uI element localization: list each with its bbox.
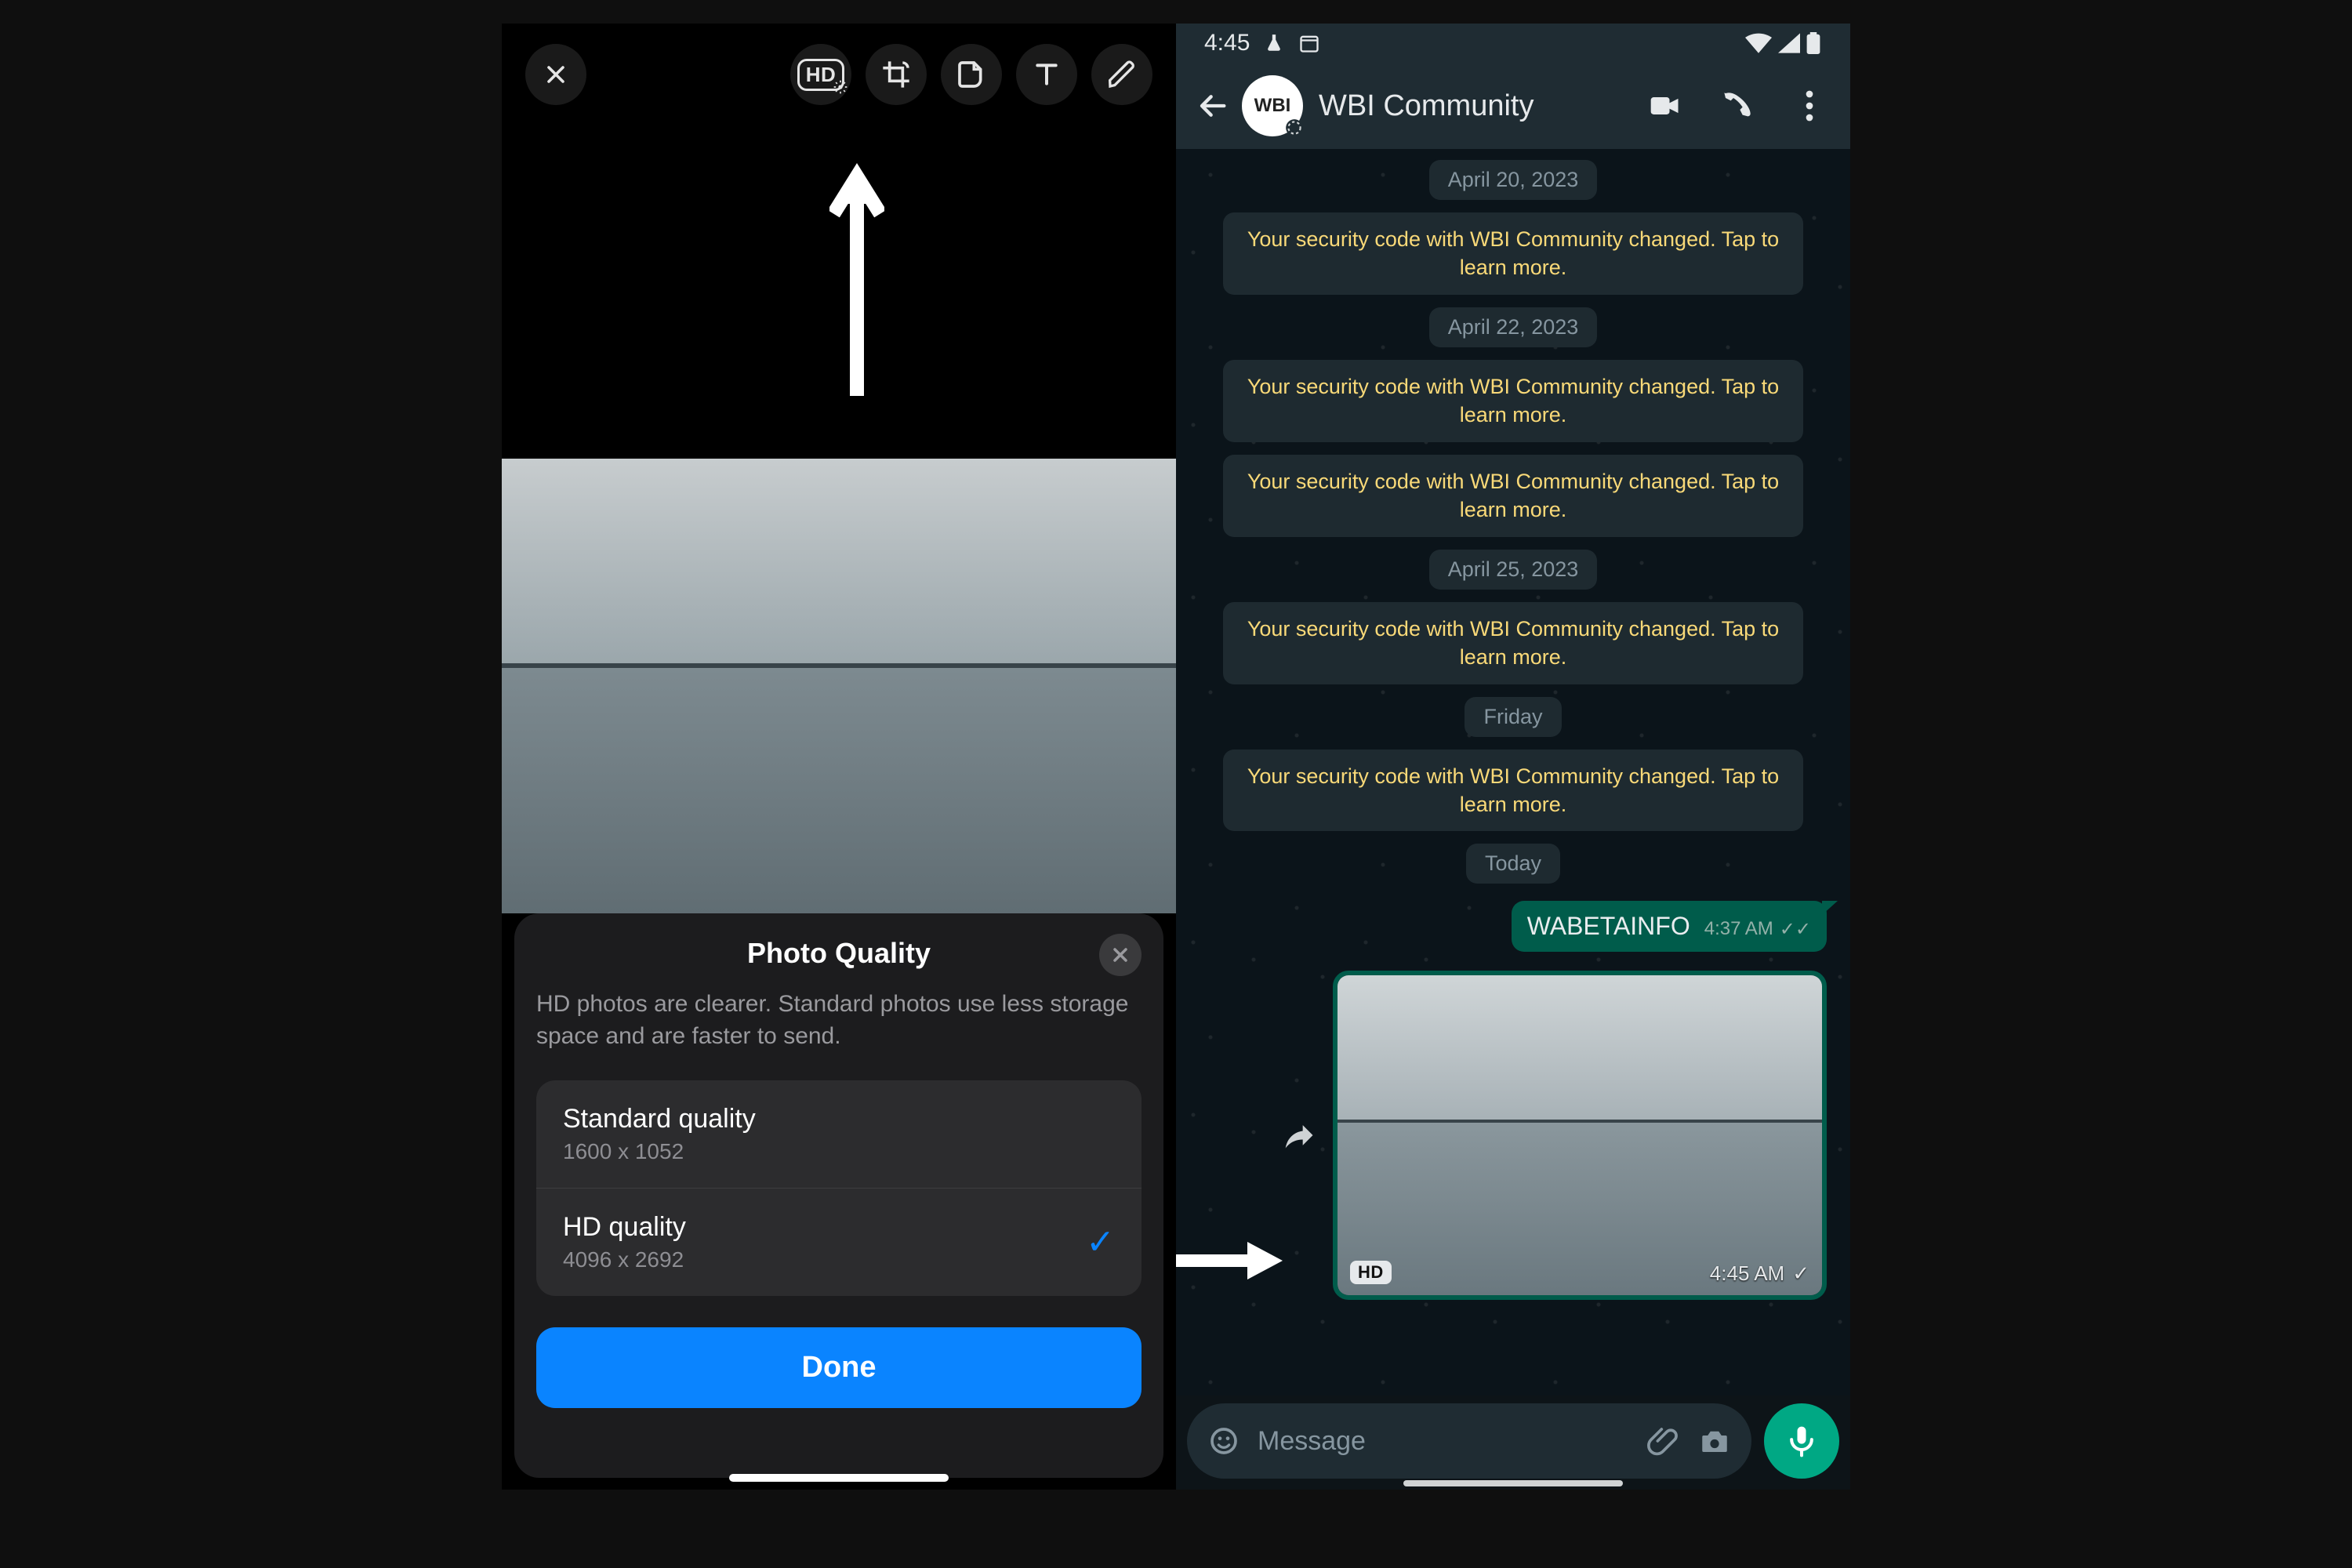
outgoing-image-message[interactable]: HD 4:45 AM ✓ xyxy=(1283,971,1827,1300)
video-call-button[interactable] xyxy=(1648,89,1682,123)
sheet-title: Photo Quality xyxy=(747,937,931,970)
camera-icon xyxy=(1698,1425,1731,1457)
quality-label: HD quality xyxy=(563,1212,686,1243)
signal-icon xyxy=(1778,33,1800,53)
chat-screen: 4:45 WBI WBI Community xyxy=(1176,24,1850,1490)
photo-preview[interactable] xyxy=(502,459,1176,913)
editor-toolbar: HD xyxy=(502,24,1176,125)
quality-dimensions: 1600 x 1052 xyxy=(563,1139,756,1164)
emoji-button[interactable] xyxy=(1206,1423,1242,1459)
hd-badge: HD xyxy=(1350,1261,1392,1284)
message-meta: 4:37 AM ✓✓ xyxy=(1704,918,1811,941)
crop-icon xyxy=(880,59,912,90)
message-input[interactable] xyxy=(1258,1426,1629,1457)
date-chip: April 20, 2023 xyxy=(1429,160,1598,200)
text-button[interactable] xyxy=(1016,44,1077,105)
arrow-left-icon xyxy=(1198,90,1229,122)
paperclip-icon xyxy=(1647,1425,1679,1457)
sent-tick-icon: ✓ xyxy=(1792,1261,1809,1286)
status-bar: 4:45 xyxy=(1176,24,1850,63)
quality-dimensions: 4096 x 2692 xyxy=(563,1247,686,1272)
quality-label: Standard quality xyxy=(563,1104,756,1134)
date-chip: Today xyxy=(1466,844,1560,884)
voice-record-button[interactable] xyxy=(1764,1403,1839,1479)
editor-screen: HD xyxy=(502,24,1176,1490)
voice-call-button[interactable] xyxy=(1720,89,1755,123)
battery-icon xyxy=(1806,32,1820,54)
image-bubble[interactable]: HD 4:45 AM ✓ xyxy=(1333,971,1827,1300)
message-input-pill xyxy=(1187,1403,1751,1479)
quality-option-hd[interactable]: HD quality 4096 x 2692 ✓ xyxy=(536,1188,1142,1296)
video-icon xyxy=(1648,89,1682,123)
avatar-text: WBI xyxy=(1254,95,1291,117)
image-meta: 4:45 AM ✓ xyxy=(1710,1261,1809,1286)
checkmark-icon: ✓ xyxy=(1086,1222,1115,1262)
quality-option-standard[interactable]: Standard quality 1600 x 1052 xyxy=(536,1080,1142,1188)
gear-icon xyxy=(833,79,848,95)
emoji-icon xyxy=(1208,1425,1240,1457)
mic-icon xyxy=(1784,1424,1819,1458)
outgoing-message[interactable]: WABETAINFO 4:37 AM ✓✓ xyxy=(1512,901,1827,952)
pencil-icon xyxy=(1106,59,1138,90)
text-icon xyxy=(1031,59,1062,90)
sticker-button[interactable] xyxy=(941,44,1002,105)
back-button[interactable] xyxy=(1190,90,1237,122)
message-input-bar xyxy=(1187,1403,1839,1479)
annotation-arrow-right xyxy=(1176,1237,1283,1284)
chat-body[interactable]: April 20, 2023 Your security code with WB… xyxy=(1176,149,1850,1396)
system-message[interactable]: Your security code with WBI Community ch… xyxy=(1223,455,1803,537)
crop-rotate-button[interactable] xyxy=(866,44,927,105)
photo-quality-sheet: Photo Quality HD photos are clearer. Sta… xyxy=(514,913,1163,1478)
annotation-arrow-up xyxy=(829,161,884,396)
hd-quality-button[interactable]: HD xyxy=(790,44,851,105)
done-button[interactable]: Done xyxy=(536,1327,1142,1408)
flask-icon xyxy=(1264,33,1284,53)
date-chip: April 25, 2023 xyxy=(1429,550,1598,590)
close-button[interactable] xyxy=(525,44,586,105)
chat-title[interactable]: WBI Community xyxy=(1319,89,1648,123)
more-menu-button[interactable] xyxy=(1792,89,1827,123)
status-time: 4:45 xyxy=(1204,30,1250,56)
chat-avatar[interactable]: WBI xyxy=(1242,75,1303,136)
attach-button[interactable] xyxy=(1645,1423,1681,1459)
wifi-icon xyxy=(1745,33,1772,53)
date-chip: Friday xyxy=(1465,697,1561,737)
read-ticks-icon: ✓✓ xyxy=(1780,918,1811,941)
more-vertical-icon xyxy=(1805,90,1814,122)
system-message[interactable]: Your security code with WBI Community ch… xyxy=(1223,602,1803,684)
hd-icon: HD xyxy=(797,59,845,91)
sheet-description: HD photos are clearer. Standard photos u… xyxy=(536,989,1142,1052)
chat-header: WBI WBI Community xyxy=(1176,63,1850,149)
forward-icon xyxy=(1283,1118,1317,1152)
system-message[interactable]: Your security code with WBI Community ch… xyxy=(1223,360,1803,442)
presence-icon xyxy=(1284,118,1305,138)
home-indicator xyxy=(1403,1480,1623,1486)
phone-icon xyxy=(1722,90,1753,122)
close-icon xyxy=(542,60,570,89)
draw-button[interactable] xyxy=(1091,44,1152,105)
sheet-close-button[interactable] xyxy=(1099,934,1142,976)
close-icon xyxy=(1109,944,1131,966)
calendar-icon xyxy=(1298,32,1320,54)
home-indicator xyxy=(729,1474,949,1482)
camera-button[interactable] xyxy=(1697,1423,1733,1459)
forward-button[interactable] xyxy=(1283,1118,1317,1152)
system-message[interactable]: Your security code with WBI Community ch… xyxy=(1223,750,1803,832)
quality-options: Standard quality 1600 x 1052 HD quality … xyxy=(536,1080,1142,1296)
sticker-icon xyxy=(956,59,987,90)
date-chip: April 22, 2023 xyxy=(1429,307,1598,347)
system-message[interactable]: Your security code with WBI Community ch… xyxy=(1223,212,1803,295)
message-text: WABETAINFO xyxy=(1527,912,1690,941)
